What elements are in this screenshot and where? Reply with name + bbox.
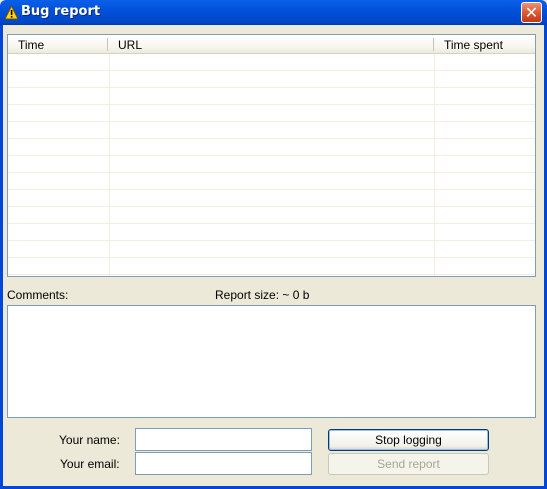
log-table-header: Time URL Time spent — [8, 35, 535, 54]
column-header-time[interactable]: Time — [8, 35, 108, 53]
table-row[interactable] — [8, 207, 535, 224]
column-grid-line — [434, 54, 435, 276]
report-size-label: Report size: ~ 0 b — [215, 288, 310, 302]
your-email-input[interactable] — [135, 452, 312, 475]
table-row[interactable] — [8, 241, 535, 258]
window-title: Bug report — [21, 4, 101, 19]
table-row[interactable] — [8, 173, 535, 190]
comments-label: Comments: — [7, 288, 69, 302]
table-row[interactable] — [8, 224, 535, 241]
table-row[interactable] — [8, 139, 535, 156]
table-row[interactable] — [8, 122, 535, 139]
window-frame-left — [0, 25, 3, 489]
title-bar[interactable]: Bug report ✕ — [0, 0, 547, 25]
table-row[interactable] — [8, 105, 535, 122]
table-row[interactable] — [8, 156, 535, 173]
your-name-input[interactable] — [135, 428, 312, 451]
table-row[interactable] — [8, 54, 535, 71]
your-name-label: Your name: — [59, 433, 120, 447]
table-row[interactable] — [8, 258, 535, 275]
comments-textarea[interactable] — [7, 305, 536, 418]
column-header-url[interactable]: URL — [108, 35, 433, 53]
column-header-time-spent[interactable]: Time spent — [434, 35, 534, 53]
table-row[interactable] — [8, 88, 535, 105]
close-button[interactable]: ✕ — [521, 2, 542, 23]
column-grid-line — [109, 54, 110, 276]
bug-report-window: Bug report ✕ Time URL Time spent Comment… — [0, 0, 547, 489]
close-icon: ✕ — [524, 3, 539, 22]
your-email-label: Your email: — [60, 457, 120, 471]
table-row[interactable] — [8, 190, 535, 207]
send-report-button[interactable]: Send report — [328, 453, 489, 475]
warning-icon — [4, 5, 19, 20]
stop-logging-button[interactable]: Stop logging — [328, 429, 489, 451]
table-row[interactable] — [8, 71, 535, 88]
log-table[interactable]: Time URL Time spent — [7, 34, 536, 277]
